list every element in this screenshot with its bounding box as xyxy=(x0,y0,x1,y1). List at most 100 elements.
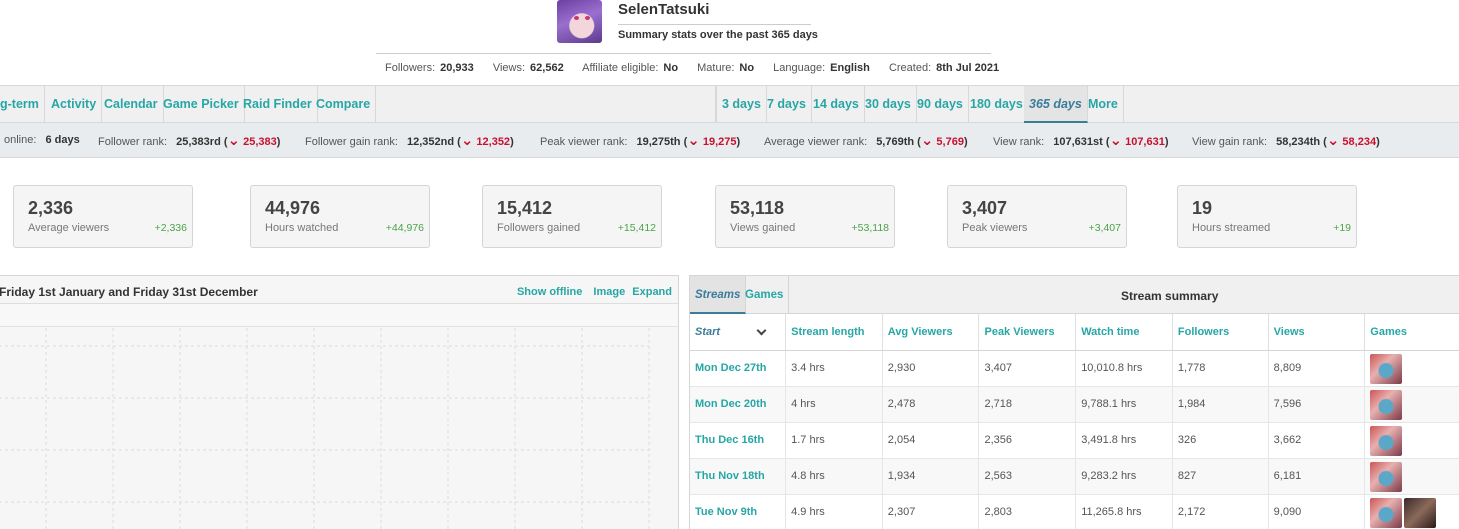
column-views[interactable]: Views xyxy=(1268,314,1366,351)
cell-watch: 10,010.8 hrs xyxy=(1075,350,1173,387)
page-subtitle: Summary stats over the past 365 days xyxy=(618,29,818,41)
column-followers[interactable]: Followers xyxy=(1172,314,1269,351)
column-watch-time[interactable]: Watch time xyxy=(1075,314,1173,351)
table-row[interactable]: Tue Nov 9th 4.9 hrs 2,307 2,803 11,265.8… xyxy=(690,494,1459,529)
rank-value: 19,275th xyxy=(636,136,681,148)
cell-avg: 1,934 xyxy=(882,458,980,495)
info-label-affiliate: Affiliate eligible: xyxy=(582,62,659,74)
tab-more[interactable]: More xyxy=(1083,86,1124,123)
cell-start[interactable]: Mon Dec 27th xyxy=(690,350,787,387)
cell-watch: 9,283.2 hrs xyxy=(1075,458,1173,495)
stat-value: 53,118 xyxy=(730,198,785,218)
chart-plot-area[interactable] xyxy=(0,328,678,529)
down-arrow-icon: ⌄ xyxy=(1109,132,1123,149)
cell-start[interactable]: Thu Nov 18th xyxy=(690,458,787,495)
cell-length: 4.9 hrs xyxy=(785,494,883,529)
info-value-language: English xyxy=(830,62,870,74)
info-label-language: Language: xyxy=(773,62,826,74)
cell-views: 9,090 xyxy=(1268,494,1366,529)
rank-value: 5,769th xyxy=(876,136,915,148)
cell-views: 6,181 xyxy=(1268,458,1366,495)
stat-value: 15,412 xyxy=(497,198,553,218)
stat-card-followers-gained: 15,412 Followers gained +15,412 xyxy=(482,185,662,248)
info-label-followers: Followers: xyxy=(385,62,436,74)
stat-value: 2,336 xyxy=(28,198,74,218)
info-label-mature: Mature: xyxy=(697,62,735,74)
tab-streams[interactable]: Streams xyxy=(690,276,747,314)
tab-3-days[interactable]: 3 days xyxy=(716,86,767,123)
info-value-followers: 20,933 xyxy=(440,62,474,74)
table-header-row: Start Stream length Avg Viewers Peak Vie… xyxy=(690,314,1459,351)
tab-90-days[interactable]: 90 days xyxy=(912,86,969,123)
game-thumbnail[interactable] xyxy=(1370,426,1403,456)
column-start[interactable]: Start xyxy=(690,314,787,351)
rank-label: View rank: xyxy=(993,136,1045,148)
cell-games xyxy=(1364,494,1459,529)
tab-long-term[interactable]: g-term xyxy=(0,86,45,123)
column-avg-viewers[interactable]: Avg Viewers xyxy=(882,314,980,351)
tab-activity[interactable]: Activity xyxy=(46,86,103,123)
tab-games[interactable]: Games xyxy=(740,276,790,314)
stat-value: 44,976 xyxy=(265,198,321,218)
table-row[interactable]: Thu Nov 18th 4.8 hrs 1,934 2,563 9,283.2… xyxy=(690,458,1459,495)
cell-peak: 2,803 xyxy=(978,494,1077,529)
chart-header: Friday 1st January and Friday 31st Decem… xyxy=(0,276,678,304)
cell-start[interactable]: Thu Dec 16th xyxy=(690,422,787,459)
game-thumbnail[interactable] xyxy=(1370,390,1403,420)
image-link[interactable]: Image xyxy=(593,286,625,298)
cell-views: 7,596 xyxy=(1268,386,1366,423)
down-arrow-icon: ⌄ xyxy=(1326,132,1340,149)
divider xyxy=(618,24,811,25)
table-row[interactable]: Thu Dec 16th 1.7 hrs 2,054 2,356 3,491.8… xyxy=(690,422,1459,459)
tab-compare[interactable]: Compare xyxy=(311,86,377,123)
chart-title: Friday 1st January and Friday 31st Decem… xyxy=(0,285,258,299)
column-stream-length[interactable]: Stream length xyxy=(785,314,883,351)
streams-table: Start Stream length Avg Viewers Peak Vie… xyxy=(690,314,1459,529)
nav-spacer xyxy=(370,86,716,123)
tab-7-days[interactable]: 7 days xyxy=(762,86,812,123)
game-thumbnail[interactable] xyxy=(1404,498,1437,528)
stat-label: Hours watched xyxy=(265,222,339,234)
channel-header: SelenTatsuki Summary stats over the past… xyxy=(0,0,1459,85)
cell-peak: 3,407 xyxy=(978,350,1077,387)
game-thumbnail[interactable] xyxy=(1370,498,1403,528)
cell-peak: 2,718 xyxy=(978,386,1077,423)
tab-game-picker[interactable]: Game Picker xyxy=(158,86,245,123)
rank-online: online: 6 days xyxy=(4,123,80,157)
rank-label: Average viewer rank: xyxy=(764,136,868,148)
table-row[interactable]: Mon Dec 27th 3.4 hrs 2,930 3,407 10,010.… xyxy=(690,350,1459,387)
cell-start[interactable]: Tue Nov 9th xyxy=(690,494,787,529)
tab-raid-finder[interactable]: Raid Finder xyxy=(238,86,318,123)
cell-start[interactable]: Mon Dec 20th xyxy=(690,386,787,423)
rank-value: 107,631st xyxy=(1053,136,1103,148)
cell-followers: 827 xyxy=(1172,458,1269,495)
expand-link[interactable]: Expand xyxy=(632,286,672,298)
tab-calendar[interactable]: Calendar xyxy=(99,86,164,123)
column-games[interactable]: Games xyxy=(1364,314,1459,351)
stat-delta: +19 xyxy=(1333,222,1351,234)
rank-average-viewer: Average viewer rank: 5,769th (⌄ 5,769) xyxy=(764,132,968,149)
rank-delta: 19,275 xyxy=(702,136,737,148)
column-peak-viewers[interactable]: Peak Viewers xyxy=(978,314,1077,351)
channel-name[interactable]: SelenTatsuki xyxy=(618,1,709,18)
info-label-views: Views: xyxy=(492,62,526,74)
tab-365-days[interactable]: 365 days xyxy=(1024,86,1088,123)
tab-180-days[interactable]: 180 days xyxy=(965,86,1029,123)
rank-follower: Follower rank: 25,383rd (⌄ 25,383) xyxy=(98,132,281,149)
tab-30-days[interactable]: 30 days xyxy=(860,86,917,123)
table-row[interactable]: Mon Dec 20th 4 hrs 2,478 2,718 9,788.1 h… xyxy=(690,386,1459,423)
cell-views: 8,809 xyxy=(1268,350,1366,387)
stat-label: Peak viewers xyxy=(962,222,1028,234)
chevron-down-icon[interactable] xyxy=(756,325,767,336)
rank-value: 6 days xyxy=(45,134,80,146)
rank-delta: 58,234 xyxy=(1342,136,1377,148)
avatar[interactable] xyxy=(557,0,602,43)
tab-14-days[interactable]: 14 days xyxy=(808,86,865,123)
show-offline-link[interactable]: Show offline xyxy=(517,286,582,298)
rank-label: online: xyxy=(4,134,37,146)
rank-delta: 25,383 xyxy=(243,136,277,148)
game-thumbnail[interactable] xyxy=(1370,462,1403,492)
cell-length: 3.4 hrs xyxy=(785,350,883,387)
rank-delta: 5,769 xyxy=(936,136,964,148)
game-thumbnail[interactable] xyxy=(1370,354,1403,384)
